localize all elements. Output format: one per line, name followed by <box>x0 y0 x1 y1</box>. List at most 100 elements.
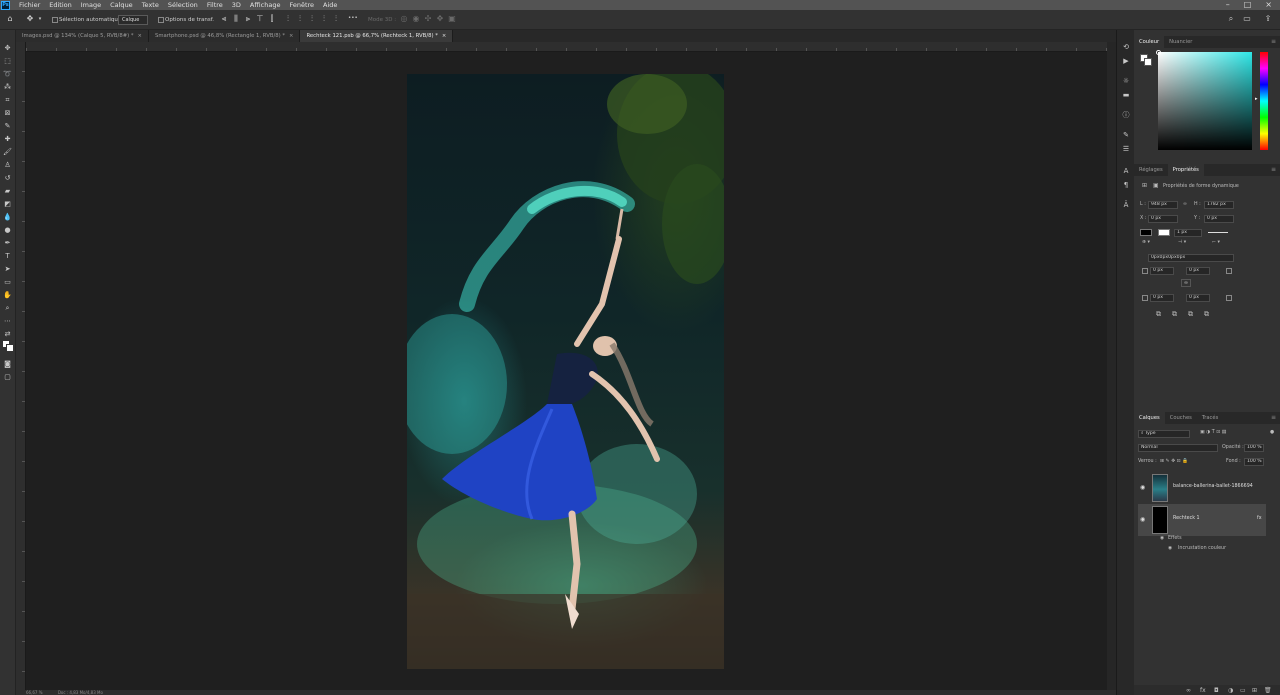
blur-tool-icon[interactable]: 💧 <box>3 213 12 222</box>
align-middle-v-icon[interactable]: ⫿ <box>268 15 276 23</box>
swap-colors-icon[interactable]: ⇄ <box>3 330 12 339</box>
brush-tool-icon[interactable]: 🖌 <box>3 148 12 157</box>
marquee-tool-icon[interactable]: ⬚ <box>3 57 12 66</box>
tab-traces[interactable]: Tracés <box>1197 412 1223 424</box>
height-field[interactable]: 1782 px <box>1204 201 1234 209</box>
background-color-swatch[interactable] <box>6 344 14 352</box>
close-tab-icon[interactable]: × <box>138 33 142 39</box>
share-icon[interactable]: ⇪ <box>1264 15 1272 23</box>
hue-slider-handle[interactable]: ▸ <box>1255 96 1258 102</box>
ballerina-photo[interactable] <box>407 74 724 669</box>
link-corners-button[interactable]: ∞ <box>1181 279 1191 287</box>
align-right-icon[interactable]: ⫸ <box>244 15 252 23</box>
auto-select-dropdown[interactable]: Calque <box>118 15 148 25</box>
character-icon[interactable]: A <box>1121 166 1131 176</box>
stroke-width-field[interactable]: 1 px <box>1174 229 1202 237</box>
tab-reglages[interactable]: Réglages <box>1134 164 1168 176</box>
close-icon[interactable]: × <box>1265 0 1272 9</box>
properties-icon[interactable]: ☰ <box>1121 144 1131 154</box>
canvas-area[interactable] <box>26 52 1107 690</box>
color-picker-cursor[interactable] <box>1156 50 1161 55</box>
stroke-align-icon[interactable]: ⊕ ▾ <box>1142 240 1150 245</box>
visibility-eye-icon[interactable]: ◉ <box>1160 536 1164 541</box>
vertical-scrollbar[interactable] <box>1107 42 1116 690</box>
fill-color-swatch[interactable] <box>1140 229 1152 236</box>
eyedropper-tool-icon[interactable]: ✎ <box>3 122 12 131</box>
zoom-readout[interactable]: 66,67 % <box>26 690 43 695</box>
eraser-tool-icon[interactable]: ▰ <box>3 187 12 196</box>
link-dimensions-icon[interactable]: ∞ <box>1183 202 1187 207</box>
corner-top-left-icon[interactable] <box>1142 268 1148 274</box>
magic-wand-tool-icon[interactable]: ⁂ <box>3 83 12 92</box>
tab-couleur[interactable]: Couleur <box>1134 36 1165 48</box>
layer-filter-icons[interactable]: ▣ ◑ T ⊡ ▤ <box>1200 430 1226 435</box>
corner-bottom-left-icon[interactable] <box>1142 295 1148 301</box>
more-options-button[interactable]: ••• <box>348 15 358 21</box>
tab-rechteck-psb[interactable]: Rechteck 121.psb @ 66,7% (Rechteck 1, RV… <box>300 30 454 42</box>
layer-row-selected[interactable]: ◉ Rechteck 1 fx <box>1138 504 1266 536</box>
menu-selection[interactable]: Sélection <box>168 1 198 9</box>
layer-row[interactable]: ◉ balance-ballerina-ballet-1866694 <box>1138 472 1266 504</box>
brushes-icon[interactable]: ▬ <box>1121 90 1131 100</box>
panel-menu-icon[interactable]: ≡ <box>1271 164 1276 176</box>
align-center-h-icon[interactable]: ⫼ <box>232 15 240 23</box>
fx-badge[interactable]: fx <box>1257 516 1262 521</box>
minimize-icon[interactable]: – <box>1226 0 1230 9</box>
corner-bottom-left-field[interactable]: 0 px <box>1150 294 1174 302</box>
hue-slider[interactable] <box>1260 52 1268 150</box>
adjustment-layer-icon[interactable]: ◑ <box>1228 687 1233 694</box>
layer-name[interactable]: Rechteck 1 <box>1173 516 1200 521</box>
color-picker-field[interactable] <box>1156 50 1252 150</box>
distribute-right-icon[interactable]: ⫶ <box>332 15 340 23</box>
stroke-color-swatch[interactable] <box>1158 229 1170 236</box>
visibility-eye-icon[interactable]: ◉ <box>1168 546 1172 551</box>
menu-aide[interactable]: Aide <box>323 1 337 9</box>
clone-stamp-tool-icon[interactable]: ♙ <box>3 161 12 170</box>
move-tool-icon[interactable]: ✥ <box>26 15 34 23</box>
menu-affichage[interactable]: Affichage <box>250 1 281 9</box>
background-swatch[interactable] <box>1144 58 1152 66</box>
menu-3d[interactable]: 3D <box>232 1 241 9</box>
add-style-icon[interactable]: fx <box>1200 687 1206 694</box>
layer-filter-dropdown[interactable]: ⌕ Type <box>1138 430 1190 438</box>
workspace-icon[interactable]: ▭ <box>1243 15 1251 23</box>
3d-slide-icon[interactable]: ✥ <box>436 15 444 23</box>
fill-field[interactable]: 100 % <box>1244 458 1264 466</box>
menu-fichier[interactable]: Fichier <box>19 1 40 9</box>
layer-name[interactable]: balance-ballerina-ballet-1866694 <box>1173 484 1253 489</box>
transform-controls-checkbox[interactable] <box>158 17 164 23</box>
stroke-style-dropdown[interactable] <box>1208 232 1228 233</box>
pen-tool-icon[interactable]: ✒ <box>3 239 12 248</box>
corner-top-right-field[interactable]: 0 px <box>1186 267 1210 275</box>
auto-select-checkbox[interactable] <box>52 17 58 23</box>
dodge-tool-icon[interactable]: ● <box>3 226 12 235</box>
tab-images-psd[interactable]: Images.psd @ 134% (Calque 5, RVB/8#) * × <box>16 30 149 42</box>
corner-top-right-icon[interactable] <box>1226 268 1232 274</box>
align-left-icon[interactable]: ⫷ <box>220 15 228 23</box>
3d-pan-icon[interactable]: ✣ <box>424 15 432 23</box>
distribute-top-icon[interactable]: ⫶ <box>284 15 292 23</box>
more-tools-icon[interactable]: ⋯ <box>3 317 12 326</box>
add-mask-icon[interactable]: ◘ <box>1214 687 1219 694</box>
close-tab-icon[interactable]: × <box>289 33 293 39</box>
3d-orbit-icon[interactable]: ◎ <box>400 15 408 23</box>
crop-tool-icon[interactable]: ⌗ <box>3 96 12 105</box>
tab-nuancier[interactable]: Nuancier <box>1164 36 1197 48</box>
close-tab-icon[interactable]: × <box>442 33 446 39</box>
filter-toggle-icon[interactable]: ● <box>1270 430 1274 435</box>
menu-texte[interactable]: Texte <box>142 1 159 9</box>
type-tool-icon[interactable]: T <box>3 252 12 261</box>
corner-top-left-field[interactable]: 0 px <box>1150 267 1174 275</box>
history-icon[interactable]: ⟲ <box>1121 42 1131 52</box>
stroke-caps-icon[interactable]: ⊣ ▾ <box>1178 240 1186 245</box>
path-exclude-icon[interactable]: ⧉ <box>1204 310 1209 319</box>
actions-icon[interactable]: ▶ <box>1121 56 1131 66</box>
3d-roll-icon[interactable]: ◉ <box>412 15 420 23</box>
screen-mode-icon[interactable]: ▢ <box>3 373 12 382</box>
glyphs-icon[interactable]: Ä <box>1121 200 1131 210</box>
quick-mask-icon[interactable]: ◙ <box>3 360 12 369</box>
path-combine-icon[interactable]: ⧉ <box>1156 310 1161 319</box>
corner-bottom-right-icon[interactable] <box>1226 295 1232 301</box>
width-field[interactable]: 948 px <box>1148 201 1178 209</box>
maximize-icon[interactable]: □ <box>1244 0 1252 9</box>
